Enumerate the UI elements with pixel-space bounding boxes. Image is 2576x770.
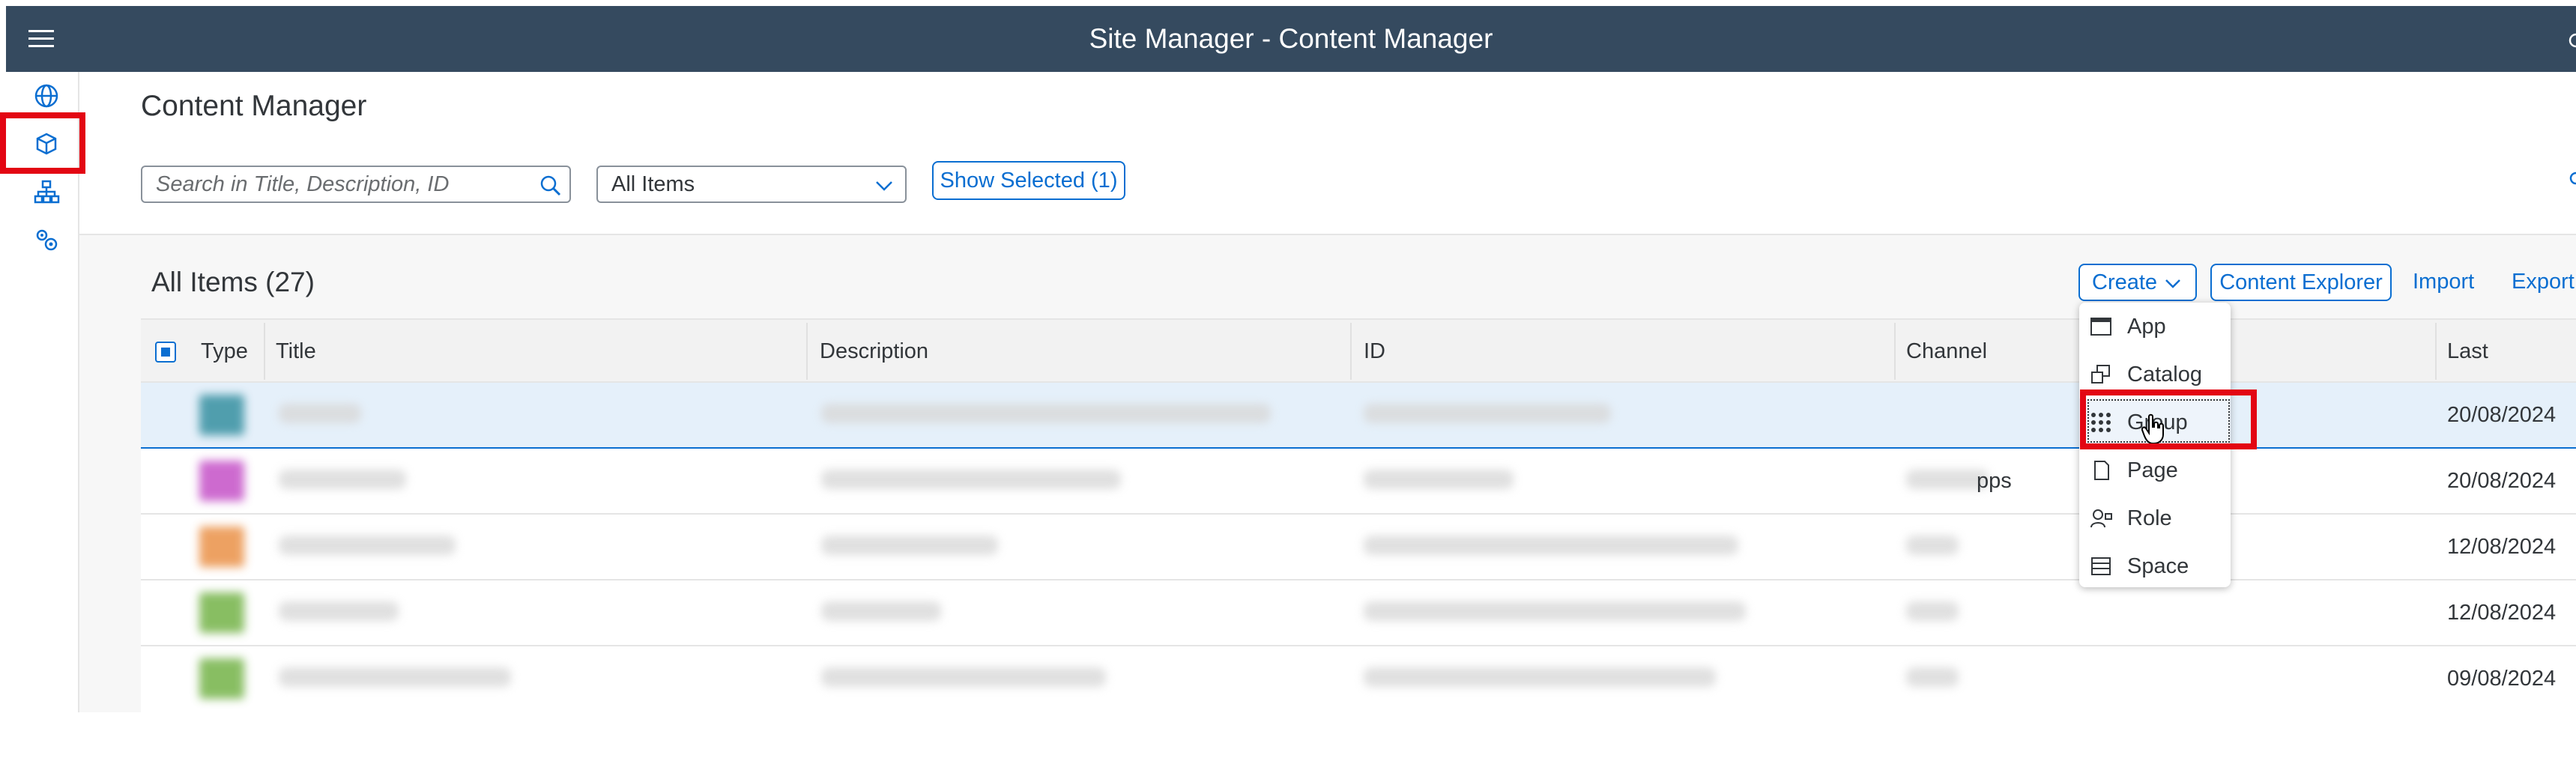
- menu-item-label: Space: [2127, 554, 2189, 578]
- show-selected-button[interactable]: Show Selected (1): [932, 161, 1125, 200]
- create-label: Create: [2092, 270, 2158, 294]
- search-input[interactable]: Search in Title, Description, ID: [141, 166, 571, 203]
- page-icon: [2094, 461, 2109, 480]
- column-header-last-modified[interactable]: Last Modified: [2447, 320, 2576, 426]
- search-icon[interactable]: [539, 175, 562, 197]
- last-modified-cell: 20/08/2024: [2447, 469, 2557, 493]
- type-icon: [199, 395, 244, 435]
- table-row[interactable]: 12/08/2024: [141, 580, 2576, 646]
- filter-select-value: All Items: [611, 172, 695, 196]
- chevron-down-icon: [876, 181, 892, 191]
- table-row[interactable]: 09/08/2024: [141, 646, 2576, 712]
- chevron-down-icon: [2165, 279, 2180, 288]
- menu-item-app[interactable]: App: [2079, 303, 2231, 351]
- column-header-channel[interactable]: Channel: [1906, 320, 1987, 383]
- last-modified-cell: 09/08/2024: [2447, 667, 2557, 691]
- type-icon: [199, 461, 244, 501]
- highlight-box-group: [2080, 389, 2257, 449]
- settings-icon[interactable]: [31, 225, 61, 255]
- import-link[interactable]: Import: [2413, 270, 2474, 294]
- blurred-row-content: [141, 646, 1992, 711]
- type-icon: [199, 527, 244, 567]
- export-link[interactable]: Export: [2512, 270, 2575, 294]
- menu-item-role[interactable]: Role: [2079, 494, 2231, 542]
- highlight-box-content-nav: [0, 112, 85, 174]
- blurred-row-content: [141, 383, 1992, 447]
- menu-item-label: App: [2127, 315, 2166, 339]
- type-icon: [199, 658, 244, 699]
- search-placeholder: Search in Title, Description, ID: [156, 172, 450, 196]
- column-header-type[interactable]: Type: [201, 320, 248, 383]
- catalog-icon: [2091, 365, 2110, 384]
- last-modified-cell: 12/08/2024: [2447, 535, 2557, 559]
- column-header-title[interactable]: Title: [276, 320, 316, 383]
- menu-item-page[interactable]: Page: [2079, 446, 2231, 494]
- site-hierarchy-icon[interactable]: [31, 177, 61, 207]
- filter-settings-icon[interactable]: [2563, 171, 2576, 186]
- blurred-row-content: [141, 515, 1992, 579]
- last-modified-cell: 12/08/2024: [2447, 601, 2557, 625]
- user-icon[interactable]: [2569, 33, 2576, 48]
- blurred-row-content: [141, 580, 1992, 645]
- channel-cell: pps: [1977, 469, 2012, 493]
- table-title: All Items (27): [151, 267, 315, 297]
- menu-item-label: Page: [2127, 458, 2178, 482]
- shell-title: Site Manager - Content Manager: [1089, 23, 1493, 54]
- column-header-id[interactable]: ID: [1364, 320, 1385, 383]
- app-window-icon: [2090, 318, 2111, 336]
- space-icon: [2091, 557, 2111, 575]
- type-icon: [199, 592, 244, 633]
- content-explorer-button[interactable]: Content Explorer: [2210, 264, 2392, 301]
- hamburger-icon[interactable]: [28, 28, 54, 49]
- create-button[interactable]: Create: [2078, 264, 2197, 301]
- column-header-description[interactable]: Description: [820, 320, 928, 383]
- page-title: Content Manager: [141, 90, 367, 122]
- blurred-row-content: [141, 449, 1992, 513]
- globe-icon[interactable]: [31, 81, 61, 111]
- last-modified-cell: 20/08/2024: [2447, 403, 2557, 427]
- select-all-checkbox[interactable]: [155, 342, 176, 363]
- shell-bar: Site Manager - Content Manager: [6, 6, 2576, 72]
- checkbox-partial-mark: [161, 348, 170, 357]
- menu-item-label: Role: [2127, 506, 2172, 530]
- role-icon: [2090, 509, 2112, 528]
- menu-item-space[interactable]: Space: [2079, 542, 2231, 590]
- filter-select[interactable]: All Items: [596, 166, 907, 203]
